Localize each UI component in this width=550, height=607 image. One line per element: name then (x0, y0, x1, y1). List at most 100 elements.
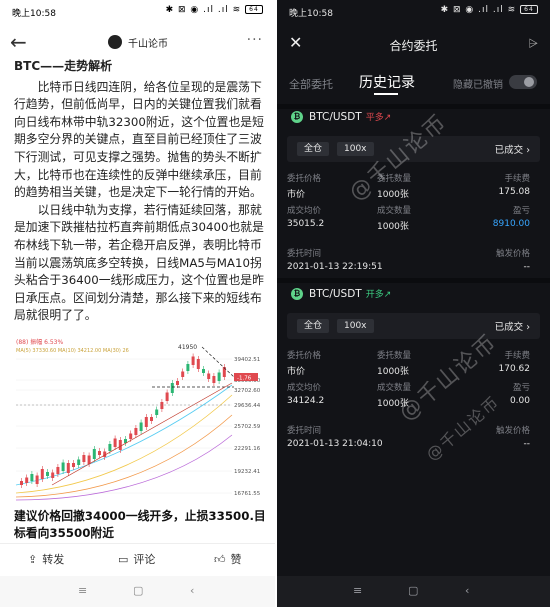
detail-qty: 委托数量 1000张 (377, 351, 412, 377)
candle-body (25, 477, 29, 483)
home-nav-icon[interactable]: ▢ (133, 584, 143, 597)
share-icon: ⇪ (28, 553, 38, 566)
detail-trigger: 触发价格 -- (495, 249, 530, 272)
candle-body (191, 356, 195, 365)
candle-body (51, 472, 55, 478)
back-arrow-icon[interactable]: ← (10, 30, 27, 54)
menu-nav-icon[interactable]: ≡ (353, 584, 362, 597)
candle-body (72, 463, 75, 467)
active-tab-indicator (374, 93, 398, 95)
status-icons: ✱ ⊠ ◉ .ıl .ıl ≋ 64 (441, 5, 538, 15)
article-heading: BTC——走势解析 (14, 59, 113, 73)
candle-body (87, 455, 91, 464)
candle-body (30, 474, 34, 481)
candle-body (144, 417, 148, 427)
candle-body (176, 381, 179, 385)
order-item: ₿ BTC/USDT 开多↗ 全仓 100x 已成交 › 委托价格 市价 委托数量 10… (277, 287, 550, 457)
detail-time: 委托时间 2021-01-13 22:19:51 (287, 249, 383, 272)
trendlines (16, 346, 235, 486)
candle-body (196, 359, 200, 369)
divider (277, 104, 550, 109)
detail-fee: 手续费 175.08 (498, 174, 531, 197)
pair-name: BTC/USDT (309, 111, 362, 123)
comment-label: 评论 (133, 553, 156, 566)
candle-body (92, 449, 96, 459)
candle-body (77, 459, 81, 465)
candle-body (61, 462, 65, 471)
detail-price: 委托价格 市价 (287, 351, 322, 377)
detail-pnl: 盈亏 8910.00 (492, 206, 530, 229)
status-time: 晚上10:58 (12, 9, 56, 19)
detail-trigger: 触发价格 -- (495, 426, 530, 449)
candle-body (212, 376, 216, 383)
leverage-chip: 100x (337, 142, 374, 156)
pair-name: BTC/USDT (309, 288, 362, 300)
system-nav-bar: ≡ ▢ ‹ (0, 576, 275, 607)
ma-line (15, 434, 233, 501)
back-nav-icon[interactable]: ‹ (465, 584, 469, 597)
article-paragraph-2: 以日线中轨为支撑，若行情延续回落，那就是加速下跌摧枯拉朽直奔前期低点30400也… (14, 202, 264, 323)
system-nav-bar: ≡ ▢ ‹ (277, 576, 550, 607)
action-bar: ⇪ 转发 ▭ 评论 👍︎ 赞 (0, 543, 275, 571)
candle-body (134, 428, 138, 435)
comment-button[interactable]: ▭ 评论 (118, 551, 155, 567)
candle-body (160, 402, 164, 409)
ma-line (15, 414, 233, 498)
detail-pnl: 盈亏 0.00 (509, 383, 530, 406)
order-state[interactable]: 已成交 › (495, 142, 530, 156)
menu-nav-icon[interactable]: ≡ (78, 584, 87, 597)
candle-body (35, 475, 39, 484)
like-label: 赞 (230, 553, 242, 566)
share-button[interactable]: ⇪ 转发 (28, 551, 64, 567)
price-marker: -1.76 (237, 376, 252, 382)
candle-body (82, 455, 86, 462)
order-side: 平多↗ (365, 113, 392, 123)
candle-body (186, 364, 190, 371)
trendline (51, 382, 233, 486)
candle-body (118, 440, 122, 450)
signal-icons: ✱ ⊠ ◉ .ıl .ıl ≋ (440, 5, 517, 15)
tab-all-orders[interactable]: 全部委托 (289, 76, 333, 92)
candle-body (170, 383, 174, 393)
status-icons: ✱ ⊠ ◉ .ıl .ıl ≋ 64 (166, 5, 263, 15)
order-card-header[interactable]: 全仓 100x 已成交 › (287, 313, 540, 339)
candle-body (217, 372, 221, 381)
more-options-icon[interactable]: ··· (247, 32, 263, 48)
filter-icon[interactable]: ⩥ (528, 36, 538, 51)
tab-history[interactable]: 历史记录 (359, 72, 415, 92)
price-tick-label: 39402.51 (234, 357, 260, 363)
candle-body (155, 409, 159, 415)
home-nav-icon[interactable]: ▢ (408, 584, 418, 597)
order-state[interactable]: 已成交 › (495, 319, 530, 333)
margin-mode-chip: 全仓 (297, 142, 330, 156)
candle-body (40, 469, 44, 479)
article-body: BTC——走势解析 比特币日线四连阴，给各位呈现的是震荡下行趋势，但前低尚早，日… (14, 58, 268, 325)
back-nav-icon[interactable]: ‹ (190, 584, 194, 597)
like-button[interactable]: 👍︎ 赞 (214, 551, 242, 567)
hide-cancelled-toggle[interactable] (509, 75, 537, 89)
comment-icon: ▭ (118, 553, 129, 566)
detail-filled: 成交数量 1000张 (377, 206, 412, 232)
price-tick-label: 29636.44 (234, 403, 261, 409)
status-bar: 晚上10:58 ✱ ⊠ ◉ .ıl .ıl ≋ 64 (277, 0, 550, 22)
price-tick-label: 32702.60 (234, 388, 261, 394)
signal-icons: ✱ ⊠ ◉ .ıl .ıl ≋ (165, 5, 242, 15)
candle-body (113, 438, 117, 447)
page-header: ✕ 合约委托 ⩥ (277, 30, 550, 60)
account-name[interactable]: 千山论币 (128, 35, 168, 50)
candle-body (150, 417, 153, 421)
candle-body (20, 481, 23, 485)
candle-body (165, 392, 169, 401)
chart-legend-1: (88) 振幅 6.53% (16, 338, 63, 346)
price-tick-label: 19232.41 (234, 469, 260, 475)
candle-body (129, 433, 133, 439)
ma-line (15, 384, 233, 486)
candle-body (56, 467, 60, 474)
share-label: 转发 (42, 553, 65, 566)
price-chart[interactable]: (88) 振幅 6.53% MA(5) 37330.60 MA(10) 3421… (12, 335, 262, 505)
avatar[interactable] (108, 35, 122, 49)
order-tabs: 全部委托 历史记录 隐藏已撤销 (277, 68, 550, 100)
left-phone-screen: 晚上10:58 ✱ ⊠ ◉ .ıl .ıl ≋ 64 ← 千山论币 ··· BT… (0, 0, 275, 607)
high-label: 41950 (178, 344, 197, 351)
candle-body (139, 422, 143, 431)
